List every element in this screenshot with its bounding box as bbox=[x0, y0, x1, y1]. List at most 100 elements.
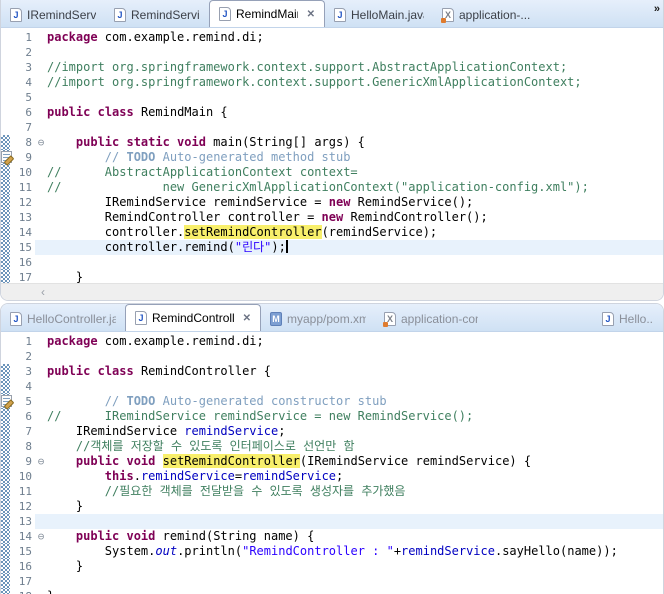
top-code-area[interactable]: 1 package com.example.remind.di; 2 3 //impor… bbox=[1, 28, 663, 285]
tab-overflow-chevron-icon[interactable]: » bbox=[654, 3, 660, 15]
annotation-ruler-cell[interactable] bbox=[1, 499, 10, 514]
code-token: // bbox=[47, 394, 127, 408]
code-text[interactable]: // AbstractApplicationContext context= bbox=[47, 165, 663, 180]
code-text[interactable]: this.remindService=remindService; bbox=[47, 469, 663, 484]
code-text[interactable] bbox=[47, 379, 663, 394]
line-number: 6 bbox=[25, 410, 32, 423]
annotation-ruler-cell[interactable] bbox=[1, 195, 10, 210]
annotation-ruler-cell[interactable] bbox=[1, 135, 10, 150]
annotation-ruler-cell[interactable] bbox=[1, 484, 10, 499]
code-token: + bbox=[393, 544, 402, 558]
code-text[interactable]: } bbox=[47, 589, 663, 594]
annotation-ruler-cell[interactable] bbox=[1, 469, 10, 484]
annotation-ruler-cell[interactable] bbox=[1, 75, 10, 90]
annotation-ruler-cell[interactable] bbox=[1, 529, 10, 544]
annotation-ruler-cell[interactable] bbox=[1, 90, 10, 105]
tab-application[interactable]: Xapplication-... bbox=[433, 3, 541, 27]
code-text[interactable]: // new GenericXmlApplicationContext("app… bbox=[47, 180, 663, 195]
tab-remindservic[interactable]: J RemindServic... bbox=[105, 3, 209, 27]
fold-column bbox=[35, 225, 47, 240]
code-text[interactable]: //필요한 객체를 전달받을 수 있도록 생성자를 추가했음 bbox=[47, 484, 663, 499]
tab-hellomain-java[interactable]: J HelloMain.java bbox=[325, 3, 433, 27]
code-text[interactable]: RemindController controller = new Remind… bbox=[47, 210, 663, 225]
code-text[interactable] bbox=[47, 349, 663, 364]
annotation-ruler-cell[interactable] bbox=[1, 559, 10, 574]
code-text[interactable]: package com.example.remind.di; bbox=[47, 334, 663, 349]
tab-remindmain-java[interactable]: J RemindMain.java ✕ bbox=[209, 0, 325, 27]
annotation-ruler-cell[interactable] bbox=[1, 514, 10, 529]
fold-column bbox=[35, 559, 47, 574]
annotation-ruler-cell[interactable] bbox=[1, 544, 10, 559]
code-token: out bbox=[155, 544, 178, 558]
annotation-ruler-cell[interactable] bbox=[1, 589, 10, 594]
code-text[interactable] bbox=[47, 574, 663, 589]
code-line-3: 3 //import org.springframework.context.su… bbox=[1, 60, 663, 75]
annotation-ruler-cell[interactable] bbox=[1, 210, 10, 225]
annotation-ruler-cell[interactable] bbox=[1, 379, 10, 394]
code-text[interactable]: package com.example.remind.di; bbox=[47, 30, 663, 45]
tab-label: HelloMain.java bbox=[351, 8, 424, 22]
annotation-ruler-cell[interactable] bbox=[1, 30, 10, 45]
code-text[interactable] bbox=[47, 120, 663, 135]
code-text[interactable]: public void setRemindController(IRemindS… bbox=[47, 454, 663, 469]
annotation-ruler-cell[interactable] bbox=[1, 255, 10, 270]
code-text[interactable]: public class RemindMain { bbox=[47, 105, 663, 120]
annotation-ruler-cell[interactable] bbox=[1, 454, 10, 469]
fold-collapse-icon[interactable]: ⊖ bbox=[35, 529, 47, 544]
annotation-ruler-cell[interactable] bbox=[1, 439, 10, 454]
annotation-ruler-cell[interactable] bbox=[1, 60, 10, 75]
code-token: RemindController(); bbox=[343, 210, 488, 224]
annotation-ruler-cell[interactable] bbox=[1, 364, 10, 379]
code-text[interactable]: public static void main(String[] args) { bbox=[47, 135, 663, 150]
annotation-ruler-cell[interactable] bbox=[1, 349, 10, 364]
annotation-ruler-cell[interactable] bbox=[1, 574, 10, 589]
code-text[interactable] bbox=[47, 90, 663, 105]
tab-hellocontroller-java[interactable]: J HelloController.java bbox=[1, 307, 125, 331]
code-text[interactable]: public void remind(String name) { bbox=[47, 529, 663, 544]
annotation-ruler-cell[interactable] bbox=[1, 409, 10, 424]
code-text[interactable]: controller.setRemindController(remindSer… bbox=[47, 225, 663, 240]
code-text[interactable]: IRemindService remindService; bbox=[47, 424, 663, 439]
annotation-ruler-cell[interactable] bbox=[1, 225, 10, 240]
code-text[interactable]: public class RemindController { bbox=[47, 364, 663, 379]
code-text[interactable] bbox=[47, 514, 663, 529]
tab-iremindservi[interactable]: J IRemindServi... bbox=[1, 3, 105, 27]
annotation-ruler-cell[interactable] bbox=[1, 334, 10, 349]
tab-myapp-pom-xml[interactable]: Mmyapp/pom.xml bbox=[261, 307, 375, 331]
code-text[interactable]: System.out.println("RemindController : "… bbox=[47, 544, 663, 559]
tab-hello[interactable]: J Hello... bbox=[593, 307, 663, 331]
tab-close-icon[interactable]: ✕ bbox=[243, 313, 251, 324]
tab-application-confi[interactable]: Xapplication-confi... bbox=[375, 307, 487, 331]
annotation-ruler-cell[interactable] bbox=[1, 150, 12, 165]
code-text[interactable]: // IRemindService remindService = new Re… bbox=[47, 409, 663, 424]
code-text[interactable]: //import org.springframework.context.sup… bbox=[47, 75, 663, 90]
code-text[interactable] bbox=[47, 255, 663, 270]
code-text[interactable]: IRemindService remindService = new Remin… bbox=[47, 195, 663, 210]
code-text[interactable]: //import org.springframework.context.sup… bbox=[47, 60, 663, 75]
annotation-ruler-cell[interactable] bbox=[1, 240, 10, 255]
code-text[interactable] bbox=[47, 45, 663, 60]
annotation-ruler-cell[interactable] bbox=[1, 180, 10, 195]
code-text[interactable]: } bbox=[47, 499, 663, 514]
annotation-ruler-cell[interactable] bbox=[1, 45, 10, 60]
scroll-left-arrow-icon[interactable]: ‹ bbox=[41, 284, 45, 301]
code-text[interactable]: // TODO Auto-generated method stub bbox=[47, 150, 663, 165]
annotation-ruler-cell[interactable] bbox=[1, 424, 10, 439]
annotation-ruler-cell[interactable] bbox=[1, 394, 12, 409]
annotation-ruler-cell[interactable] bbox=[1, 120, 10, 135]
fold-collapse-icon[interactable]: ⊖ bbox=[35, 135, 47, 150]
code-line-5: 5 bbox=[1, 90, 663, 105]
tab-remindcontroller-ja[interactable]: J RemindController.ja... ✕ bbox=[125, 304, 261, 331]
bottom-code-area[interactable]: 1 package com.example.remind.di; 2 3 public … bbox=[1, 332, 663, 594]
annotation-ruler-cell[interactable] bbox=[1, 165, 10, 180]
annotation-ruler-cell[interactable] bbox=[1, 105, 10, 120]
code-text[interactable]: } bbox=[47, 559, 663, 574]
code-text[interactable]: //객체를 저장할 수 있도록 인터페이스로 선언만 함 bbox=[47, 439, 663, 454]
fold-collapse-icon[interactable]: ⊖ bbox=[35, 454, 47, 469]
code-text[interactable]: controller.remind("린다"); bbox=[47, 240, 663, 255]
top-horizontal-scrollbar[interactable]: ‹ bbox=[1, 283, 663, 300]
code-text[interactable]: // TODO Auto-generated constructor stub bbox=[47, 394, 663, 409]
code-line-17: 17 bbox=[1, 574, 663, 589]
tab-close-icon[interactable]: ✕ bbox=[307, 9, 315, 20]
